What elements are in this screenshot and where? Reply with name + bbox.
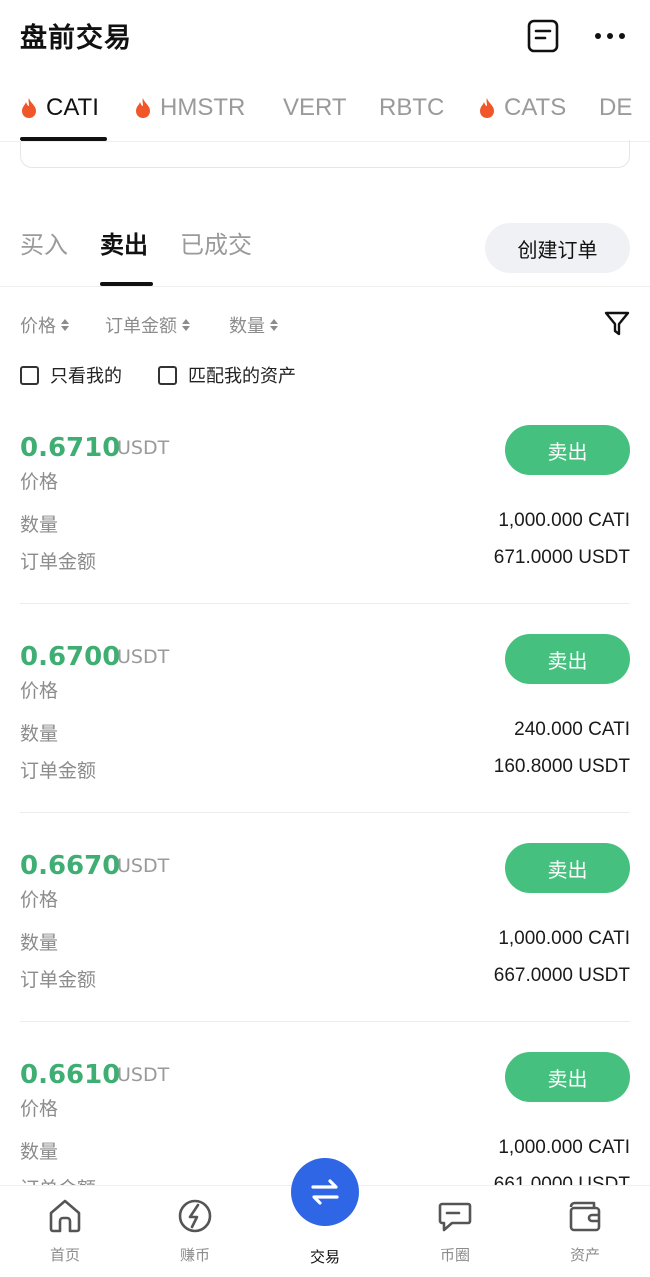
nav-label: 赚币 <box>179 1246 210 1264</box>
price-unit: USDT <box>117 646 170 668</box>
sort-arrows-icon <box>61 319 69 331</box>
tab-buy[interactable]: 买入 <box>20 225 68 260</box>
flame-icon <box>136 98 150 118</box>
sort-arrows-icon <box>270 319 278 331</box>
tab-filled[interactable]: 已成交 <box>180 225 252 260</box>
token-tab-label: DE <box>599 94 633 121</box>
sort-label: 数量 <box>229 316 265 337</box>
checkbox-icon <box>158 365 177 385</box>
token-tab-cats[interactable]: CATS <box>478 88 566 128</box>
sort-label: 订单金额 <box>105 316 177 337</box>
quantity-value: 1,000.000 CATI <box>498 1137 630 1158</box>
swap-arrows-icon <box>311 1179 339 1205</box>
sell-button[interactable]: 卖出 <box>505 425 630 475</box>
sort-row: 价格 订单金额 数量 <box>0 306 650 342</box>
divider <box>20 1021 630 1022</box>
quantity-label: 数量 <box>20 514 59 536</box>
token-tabs: CATI HMSTR VERT RBTC CATS DE <box>0 78 650 142</box>
nav-label: 首页 <box>49 1246 80 1264</box>
quantity-value: 1,000.000 CATI <box>498 928 630 949</box>
info-card-stub <box>20 140 630 168</box>
nav-label: 币圈 <box>439 1246 470 1264</box>
sort-order-amount[interactable]: 订单金额 <box>105 312 190 338</box>
price-label: 价格 <box>20 889 59 911</box>
flame-icon <box>22 98 36 118</box>
nav-label: 资产 <box>569 1246 600 1264</box>
quantity-label: 数量 <box>20 723 59 745</box>
nav-assets[interactable]: 资产 <box>540 1196 630 1276</box>
order-amount-label: 订单金额 <box>20 551 97 573</box>
create-order-button[interactable]: 创建订单 <box>485 223 630 273</box>
earn-coin-icon <box>178 1199 212 1233</box>
price-unit: USDT <box>117 437 170 459</box>
order-tabs: 买入 卖出 已成交 创建订单 <box>0 215 650 287</box>
order-card: 0.6710 USDT 价格 卖出 数量 1,000.000 CATI 订单金额… <box>0 425 650 642</box>
sell-button[interactable]: 卖出 <box>505 634 630 684</box>
order-card: 0.6700 USDT 价格 卖出 数量 240.000 CATI 订单金额 1… <box>0 634 650 851</box>
quantity-value: 1,000.000 CATI <box>498 510 630 531</box>
token-tab-cati[interactable]: CATI <box>20 88 99 128</box>
nav-community[interactable]: 币圈 <box>410 1196 500 1276</box>
quantity-value: 240.000 CATI <box>514 719 630 740</box>
nav-trade-button[interactable] <box>291 1158 359 1226</box>
token-tab-label: CATS <box>504 94 567 121</box>
token-tab-hmstr[interactable]: HMSTR <box>134 88 245 128</box>
orders-doc-icon[interactable] <box>526 18 560 54</box>
token-tab-label: HMSTR <box>160 94 246 121</box>
sort-arrows-icon <box>182 319 190 331</box>
filter-icon[interactable] <box>604 310 630 338</box>
price-unit: USDT <box>117 855 170 877</box>
token-tab-label: VERT <box>283 94 347 121</box>
quantity-label: 数量 <box>20 1141 59 1163</box>
token-tab-de[interactable]: DE <box>599 88 632 128</box>
token-tab-vert[interactable]: VERT <box>283 88 347 128</box>
price-label: 价格 <box>20 1098 59 1120</box>
token-tab-label: RBTC <box>379 94 445 121</box>
order-price: 0.6670 <box>20 851 121 881</box>
quantity-label: 数量 <box>20 932 59 954</box>
top-header: 盘前交易 <box>0 0 650 72</box>
nav-trade-label: 交易 <box>309 1248 340 1266</box>
divider <box>20 603 630 604</box>
token-tab-label: CATI <box>46 94 99 121</box>
price-unit: USDT <box>117 1064 170 1086</box>
bottom-nav: 首页 赚币 交易 币圈 资产 <box>0 1158 650 1277</box>
page-title: 盘前交易 <box>20 23 132 54</box>
home-icon <box>49 1199 81 1233</box>
order-price: 0.6610 <box>20 1060 121 1090</box>
wallet-icon <box>569 1201 601 1232</box>
checkbox-label: 匹配我的资产 <box>188 366 296 387</box>
divider <box>0 286 650 287</box>
match-assets-checkbox[interactable]: 匹配我的资产 <box>158 362 296 388</box>
token-tab-rbtc[interactable]: RBTC <box>379 88 444 128</box>
sell-button[interactable]: 卖出 <box>505 843 630 893</box>
filter-checkboxes: 只看我的 匹配我的资产 <box>0 360 650 392</box>
sort-price[interactable]: 价格 <box>20 312 69 338</box>
flame-icon <box>480 98 494 118</box>
sort-label: 价格 <box>20 316 56 337</box>
price-label: 价格 <box>20 471 59 493</box>
sell-button[interactable]: 卖出 <box>505 1052 630 1102</box>
only-mine-checkbox[interactable]: 只看我的 <box>20 362 122 388</box>
order-amount-value: 671.0000 USDT <box>493 547 630 568</box>
sort-quantity[interactable]: 数量 <box>229 312 278 338</box>
order-price: 0.6710 <box>20 433 121 463</box>
checkbox-label: 只看我的 <box>50 366 122 387</box>
order-price: 0.6700 <box>20 642 121 672</box>
order-card: 0.6670 USDT 价格 卖出 数量 1,000.000 CATI 订单金额… <box>0 843 650 1060</box>
order-amount-label: 订单金额 <box>20 969 97 991</box>
divider <box>20 812 630 813</box>
order-amount-label: 订单金额 <box>20 760 97 782</box>
price-label: 价格 <box>20 680 59 702</box>
checkbox-icon <box>20 365 39 385</box>
chat-bubble-icon <box>438 1202 472 1232</box>
order-amount-value: 667.0000 USDT <box>493 965 630 986</box>
nav-earn[interactable]: 赚币 <box>150 1196 240 1276</box>
nav-home[interactable]: 首页 <box>20 1196 110 1276</box>
more-icon[interactable] <box>590 22 630 50</box>
order-amount-value: 160.8000 USDT <box>493 756 630 777</box>
tab-sell[interactable]: 卖出 <box>100 225 148 260</box>
